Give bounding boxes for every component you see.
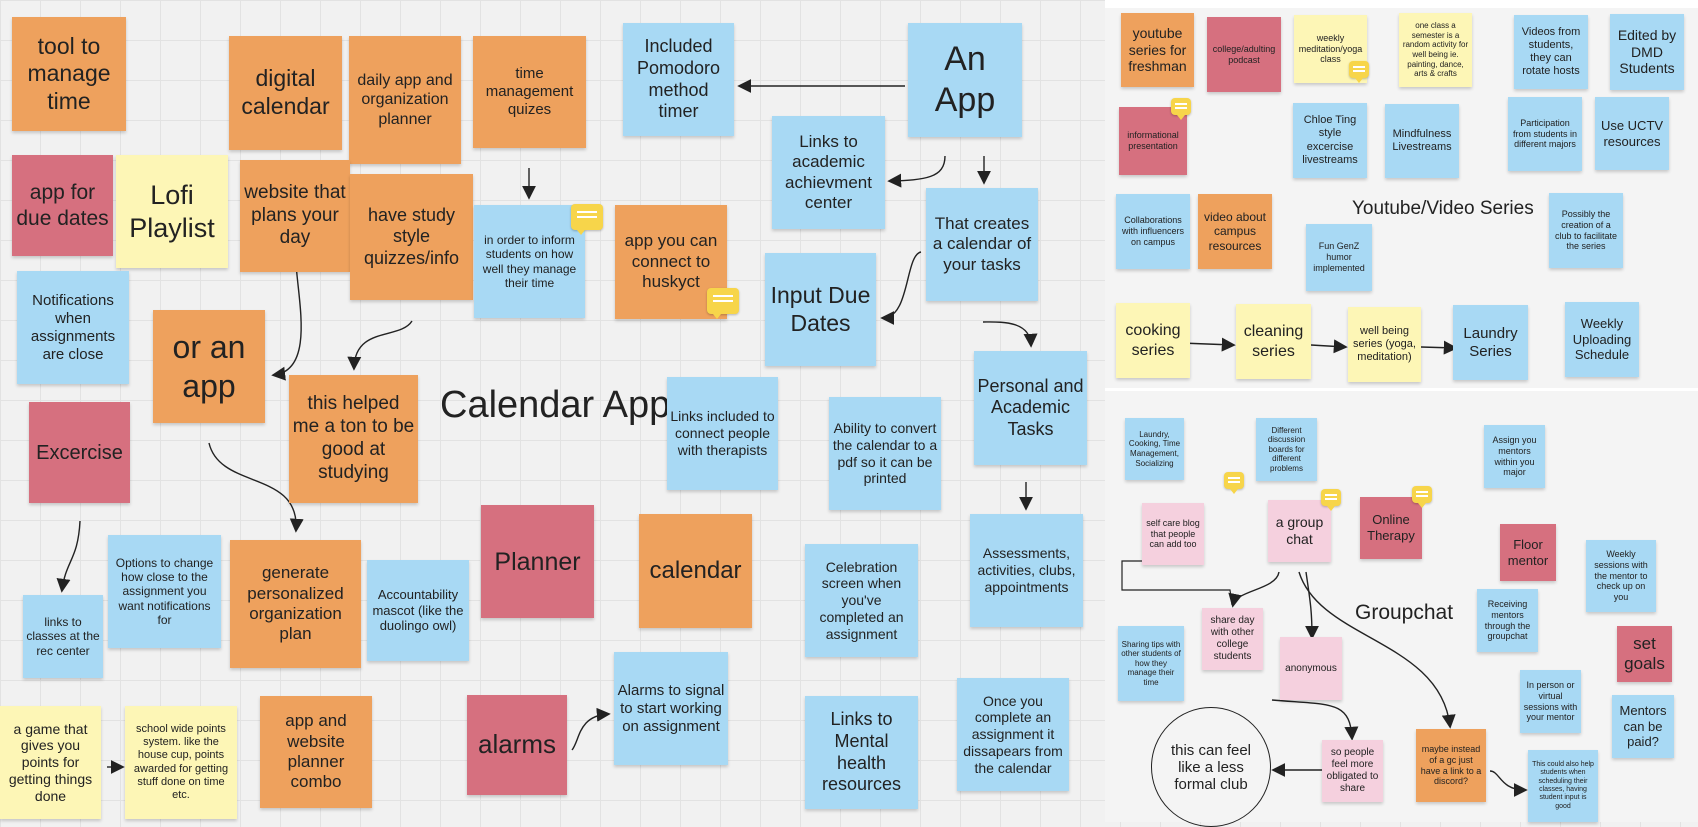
sticky-note[interactable]: share day with other college students xyxy=(1202,608,1263,670)
connector xyxy=(271,262,302,381)
sticky-note[interactable]: Use UCTV resources xyxy=(1595,97,1669,170)
sticky-note[interactable]: Notifications when assignments are close xyxy=(17,271,129,384)
sticky-note[interactable]: app and website planner combo xyxy=(260,696,372,808)
sticky-note[interactable]: Alarms to signal to start working on ass… xyxy=(614,652,728,765)
sticky-note[interactable]: app for due dates xyxy=(12,155,113,256)
sticky-note[interactable]: maybe instead of a gc just have a link t… xyxy=(1416,729,1486,802)
sticky-note[interactable]: Collaborations with influencers on campu… xyxy=(1116,194,1190,269)
connector xyxy=(982,321,1038,348)
connector xyxy=(1489,770,1528,797)
comment-icon[interactable] xyxy=(1412,486,1432,508)
sticky-note[interactable]: college/adulting podcast xyxy=(1207,17,1281,92)
sticky-note[interactable]: time management quizes xyxy=(473,36,586,148)
sticky-note[interactable]: That creates a calendar of your tasks xyxy=(926,188,1038,301)
connector xyxy=(1228,571,1280,608)
sticky-note[interactable]: Laundry Series xyxy=(1453,305,1528,380)
sticky-note[interactable]: digital calendar xyxy=(229,36,342,150)
sticky-note[interactable]: Floor mentor xyxy=(1500,524,1556,581)
sticky-note[interactable]: Edited by DMD Students xyxy=(1610,14,1684,90)
sticky-note[interactable]: Assign you mentors within you major xyxy=(1484,425,1545,488)
sticky-note[interactable]: Different discussion boards for differen… xyxy=(1256,418,1317,481)
sticky-note[interactable]: Personal and Academic Tasks xyxy=(974,351,1087,465)
sticky-note[interactable]: cooking series xyxy=(1116,303,1190,378)
sticky-note[interactable]: a group chat xyxy=(1268,500,1331,562)
connector xyxy=(347,320,413,371)
sticky-note[interactable]: generate personalized organization plan xyxy=(230,540,361,668)
connector xyxy=(56,520,81,593)
calendar-app-title: Calendar App xyxy=(440,384,671,426)
sticky-note[interactable]: this helped me a ton to be good at study… xyxy=(289,375,418,503)
sticky-note[interactable]: In person or virtual sessions with your … xyxy=(1520,670,1581,733)
sticky-note[interactable]: website that plans your day xyxy=(240,160,350,272)
sticky-note[interactable]: Mindfulness Livestreams xyxy=(1385,104,1459,178)
sticky-note[interactable]: Included Pomodoro method timer xyxy=(623,23,734,136)
sticky-note[interactable]: or an app xyxy=(153,310,265,423)
sticky-note[interactable]: Options to change how close to the assig… xyxy=(108,535,221,648)
sticky-note[interactable]: Links to Mental health resources xyxy=(805,696,918,809)
youtube-series-title: Youtube/Video Series xyxy=(1352,198,1534,219)
connector xyxy=(208,442,304,533)
sticky-note[interactable]: Input Due Dates xyxy=(765,253,876,366)
sticky-note[interactable]: set goals xyxy=(1617,626,1672,682)
sticky-note[interactable]: Mentors can be paid? xyxy=(1612,695,1674,758)
sticky-note[interactable]: self care blog that people can add too xyxy=(1142,503,1204,565)
sticky-note[interactable]: school wide points system. like the hous… xyxy=(125,706,237,819)
connector xyxy=(1310,339,1348,354)
sticky-note[interactable]: Accountability mascot (like the duolingo… xyxy=(367,560,469,661)
sticky-note[interactable]: tool to manage time xyxy=(12,17,126,131)
comment-icon[interactable] xyxy=(571,204,603,235)
sticky-note[interactable]: anonymous xyxy=(1280,637,1342,700)
sticky-note[interactable]: Videos from students, they can rotate ho… xyxy=(1514,15,1588,89)
comment-icon[interactable] xyxy=(1171,98,1191,120)
connector xyxy=(571,707,611,751)
sticky-note[interactable]: well being series (yoga, meditation) xyxy=(1348,307,1421,382)
comment-icon[interactable] xyxy=(707,288,739,319)
sticky-note[interactable]: daily app and organization planner xyxy=(349,36,461,164)
circle-note[interactable]: this can feel like a less formal club xyxy=(1151,707,1271,827)
sticky-note[interactable]: An App xyxy=(908,23,1022,137)
connector xyxy=(1420,340,1458,355)
sticky-note[interactable]: youtube series for freshman xyxy=(1121,13,1194,87)
sticky-note[interactable]: so people feel more obligated to share xyxy=(1322,740,1383,802)
sticky-note[interactable]: Links included to connect people with th… xyxy=(667,377,778,490)
sticky-note[interactable]: Assessments, activities, clubs, appointm… xyxy=(970,514,1083,627)
connector xyxy=(1121,560,1233,606)
sticky-note[interactable]: calendar xyxy=(639,514,752,628)
sticky-note[interactable]: alarms xyxy=(467,695,567,795)
connector xyxy=(880,251,922,325)
connector xyxy=(1304,571,1319,640)
connector xyxy=(887,155,946,188)
sticky-note[interactable]: Weekly Uploading Schedule xyxy=(1565,302,1639,377)
sticky-note[interactable]: Once you complete an assignment it dissa… xyxy=(957,678,1069,791)
sticky-note[interactable]: in order to inform students on how well … xyxy=(474,205,585,318)
sticky-note[interactable]: Fun GenZ humor implemented xyxy=(1306,224,1372,291)
sticky-note[interactable]: Participation from students in different… xyxy=(1508,97,1582,171)
sticky-note[interactable]: have study style quizzes/info xyxy=(350,174,473,300)
connector xyxy=(1271,699,1359,741)
sticky-note[interactable]: Lofi Playlist xyxy=(116,155,228,268)
sticky-note[interactable]: Weekly sessions with the mentor to check… xyxy=(1586,540,1656,612)
comment-icon[interactable] xyxy=(1224,472,1244,494)
comment-icon[interactable] xyxy=(1349,61,1369,83)
sticky-note[interactable]: Sharing tips with other students of how … xyxy=(1118,626,1184,701)
sticky-note[interactable]: Planner xyxy=(481,505,594,618)
sticky-note[interactable]: Possibly the creation of a club to facil… xyxy=(1549,193,1623,268)
sticky-note[interactable]: Ability to convert the calendar to a pdf… xyxy=(829,397,941,510)
sticky-note[interactable]: Excercise xyxy=(29,402,130,503)
sticky-note[interactable]: Online Therapy xyxy=(1360,497,1422,559)
comment-icon[interactable] xyxy=(1321,489,1341,511)
sticky-note[interactable]: Celebration screen when you've completed… xyxy=(805,544,918,657)
sticky-note[interactable]: one class a semester is a random activit… xyxy=(1399,13,1472,87)
sticky-note[interactable]: Links to academic achievment center xyxy=(772,116,885,229)
sticky-note[interactable]: cleaning series xyxy=(1236,304,1311,379)
sticky-note[interactable]: links to classes at the rec center xyxy=(23,595,103,678)
sticky-note[interactable]: Chloe Ting style excercise livestreams xyxy=(1293,103,1367,178)
sticky-note[interactable]: Receiving mentors through the groupchat xyxy=(1477,589,1538,652)
sticky-note[interactable]: This could also help students when sched… xyxy=(1528,750,1598,822)
sticky-note[interactable]: video about campus resources xyxy=(1198,194,1272,269)
sticky-note[interactable]: a game that gives you points for getting… xyxy=(0,706,101,819)
groupchat-title: Groupchat xyxy=(1355,601,1454,624)
sticky-note[interactable]: Laundry, Cooking, Time Management, Socia… xyxy=(1125,418,1184,480)
